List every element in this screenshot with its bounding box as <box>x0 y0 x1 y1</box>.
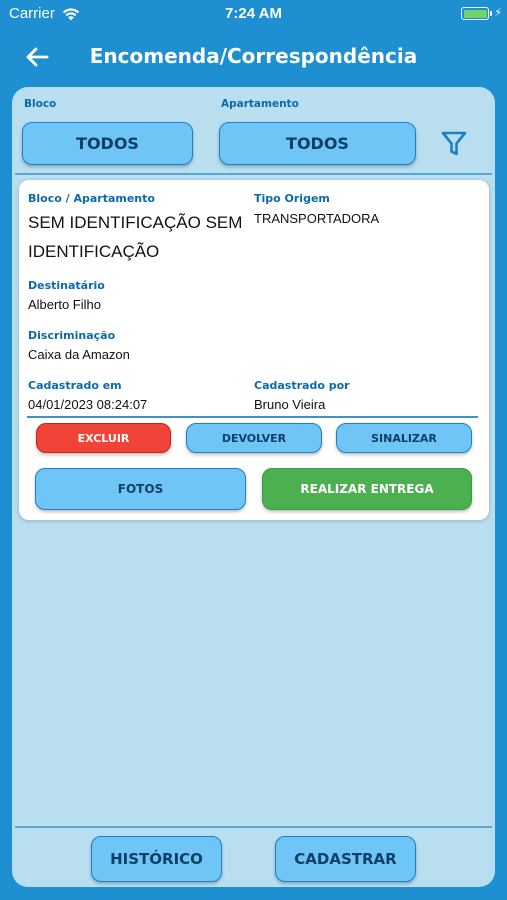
discriminacao-label: Discriminação <box>28 329 116 342</box>
page-title: Encomenda/Correspondência <box>89 44 418 68</box>
cadastrado-em-label: Cadastrado em <box>28 379 122 392</box>
bloco-select[interactable]: TODOS <box>22 122 193 165</box>
bloco-apartamento-value: SEM IDENTIFICAÇÃO SEM IDENTIFICAÇÃO <box>28 213 243 261</box>
destinatario-value: Alberto Filho <box>28 297 101 312</box>
encomenda-card: Bloco / Apartamento SEM IDENTIFICAÇÃO SE… <box>19 180 489 520</box>
bloco-apartamento-label: Bloco / Apartamento <box>28 192 155 205</box>
navbar: Encomenda/Correspondência <box>0 30 507 85</box>
clock: 7:24 AM <box>225 5 282 22</box>
devolver-button[interactable]: DEVOLVER <box>186 423 322 453</box>
sinalizar-button[interactable]: SINALIZAR <box>336 423 472 453</box>
battery-cap <box>490 11 492 16</box>
excluir-button[interactable]: EXCLUIR <box>36 423 171 453</box>
apartamento-select[interactable]: TODOS <box>219 122 416 165</box>
funnel-icon <box>441 131 467 156</box>
tipo-origem-label: Tipo Origem <box>254 192 330 205</box>
fotos-button[interactable]: FOTOS <box>35 468 246 510</box>
historico-button[interactable]: HISTÓRICO <box>91 836 222 882</box>
card-divider <box>27 416 478 418</box>
filter-button[interactable] <box>439 127 469 161</box>
realizar-entrega-button[interactable]: REALIZAR ENTREGA <box>262 468 472 510</box>
cadastrado-por-label: Cadastrado por <box>254 379 350 392</box>
filter-divider <box>15 173 492 175</box>
main-panel: Bloco Apartamento TODOS TODOS Bloco / Ap… <box>12 87 495 887</box>
destinatario-label: Destinatário <box>28 279 105 292</box>
discriminacao-value: Caixa da Amazon <box>28 347 130 362</box>
cadastrado-em-value: 04/01/2023 08:24:07 <box>28 397 148 412</box>
bottom-divider <box>15 826 492 828</box>
apartamento-label: Apartamento <box>221 98 299 110</box>
cadastrado-por-value: Bruno Vieira <box>254 397 326 412</box>
charging-icon: ⚡ <box>494 6 502 19</box>
battery-icon <box>461 7 489 20</box>
tipo-origem-value: TRANSPORTADORA <box>254 211 380 226</box>
bloco-label: Bloco <box>24 98 57 110</box>
status-bar: Carrier 7:24 AM ⚡ <box>0 0 507 30</box>
filter-bar: Bloco Apartamento TODOS TODOS <box>12 87 495 173</box>
cadastrar-button[interactable]: CADASTRAR <box>275 836 416 882</box>
